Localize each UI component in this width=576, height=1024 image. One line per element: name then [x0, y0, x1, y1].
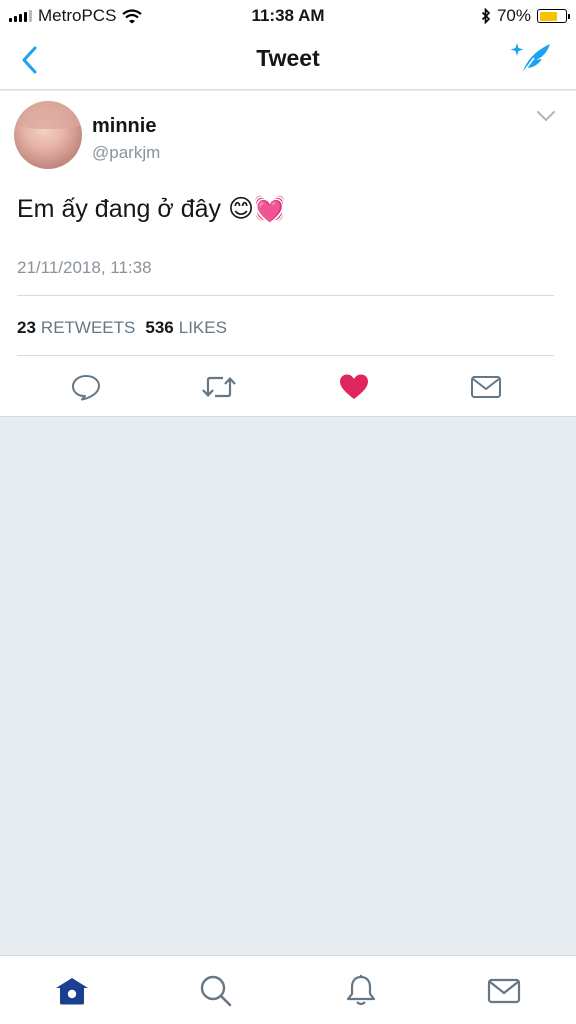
status-right: 70% — [481, 6, 570, 26]
battery-percent: 70% — [496, 6, 531, 25]
tweet-options-button[interactable] — [536, 109, 556, 123]
chevron-down-icon — [537, 111, 555, 122]
tweet-text: Em ấy đang ở đây 😊💓 — [17, 195, 286, 223]
retweets-label: RETWEETS — [40, 318, 136, 337]
home-icon — [56, 978, 88, 1005]
battery-level — [539, 11, 557, 21]
divider — [17, 295, 554, 296]
navigation-bar: Tweet — [0, 30, 576, 90]
bluetooth-icon — [481, 8, 491, 24]
like-button[interactable] — [336, 371, 372, 403]
compose-tweet-button[interactable] — [508, 40, 552, 78]
tab-messages[interactable] — [484, 973, 524, 1009]
notifications-icon — [346, 975, 376, 1006]
compose-tweet-icon — [510, 43, 550, 75]
tweet-timestamp: 21/11/2018, 11:38 — [17, 258, 152, 277]
reply-icon — [72, 375, 100, 401]
likes-stat[interactable]: 536 LIKES — [145, 318, 227, 338]
like-icon — [340, 374, 368, 399]
user-handle[interactable]: @parkjm — [92, 143, 160, 163]
avatar-hair — [14, 101, 82, 129]
likes-count: 536 — [145, 318, 174, 337]
tweet-detail: minnie @parkjm Em ấy đang ở đây 😊💓 21/11… — [0, 91, 576, 417]
divider — [17, 355, 554, 356]
retweet-button[interactable] — [201, 371, 237, 403]
battery-icon — [537, 9, 570, 23]
direct-message-button[interactable] — [468, 371, 504, 403]
direct-message-icon — [471, 376, 501, 398]
user-name[interactable]: minnie — [92, 115, 156, 138]
search-icon — [200, 975, 232, 1007]
status-bar: MetroPCS 11:38 AM 70% — [0, 0, 576, 30]
retweet-icon — [202, 376, 236, 398]
likes-label: LIKES — [178, 318, 227, 337]
retweets-count: 23 — [17, 318, 36, 337]
reply-button[interactable] — [68, 371, 104, 403]
tab-search[interactable] — [196, 973, 236, 1009]
messages-icon — [487, 978, 521, 1004]
tab-bar — [0, 955, 576, 1024]
avatar[interactable] — [14, 101, 82, 169]
page-title: Tweet — [256, 45, 320, 71]
tweet-stats: 23 RETWEETS 536 LIKES — [17, 318, 227, 338]
retweets-stat[interactable]: 23 RETWEETS — [17, 318, 135, 338]
tab-home[interactable] — [52, 973, 92, 1009]
tab-notifications[interactable] — [341, 973, 381, 1009]
